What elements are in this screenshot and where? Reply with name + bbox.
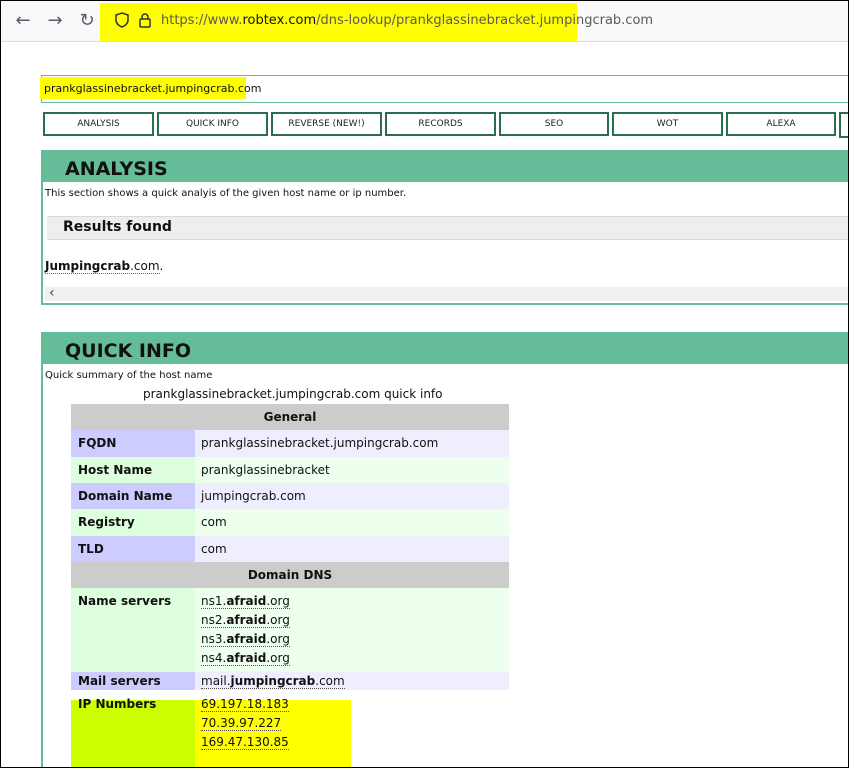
name-servers-value: ns1.afraid.org ns2.afraid.org ns3.afraid… xyxy=(195,588,509,672)
table-row-mail-servers: Mail servers mail.jumpingcrab.com xyxy=(71,672,509,690)
tab-seo[interactable]: SEO xyxy=(499,112,609,136)
ip-link[interactable]: 169.47.130.85 xyxy=(201,735,289,750)
shield-icon[interactable] xyxy=(114,12,130,28)
tab-records[interactable]: RECORDS xyxy=(385,112,496,136)
general-header: General xyxy=(71,404,509,430)
quick-info-description: Quick summary of the host name xyxy=(45,370,213,381)
search-input-value[interactable]: prankglassinebracket.jumpingcrab.com xyxy=(44,82,262,95)
ip-numbers-label: IP Numbers xyxy=(78,697,157,711)
table-row-ip-numbers: IP Numbers 69.197.18.183 70.39.97.227 16… xyxy=(71,690,509,760)
domain-label: Domain Name xyxy=(71,483,195,509)
table-row-fqdn: FQDN prankglassinebracket.jumpingcrab.co… xyxy=(71,430,509,457)
quick-info-title: QUICK INFO xyxy=(65,340,192,362)
ip-link[interactable]: 69.197.18.183 xyxy=(201,697,289,712)
horizontal-scrollbar[interactable]: ‹ xyxy=(45,285,848,301)
hostname-value: prankglassinebracket xyxy=(195,457,509,483)
domain-value: jumpingcrab.com xyxy=(195,483,509,509)
domain-dns-header: Domain DNS xyxy=(71,562,509,588)
reload-icon[interactable]: ↻ xyxy=(75,9,99,33)
table-row-hostname: Host Name prankglassinebracket xyxy=(71,457,509,483)
analysis-description: This section shows a quick analyis of th… xyxy=(45,188,407,199)
analysis-title: ANALYSIS xyxy=(65,158,168,180)
back-icon[interactable]: ← xyxy=(11,9,35,33)
quick-info-table: General FQDN prankglassinebracket.jumpin… xyxy=(71,404,509,760)
name-server-link[interactable]: ns1.afraid.org xyxy=(201,594,290,609)
registry-value: com xyxy=(195,509,509,536)
name-servers-label: Name servers xyxy=(71,588,195,672)
mail-servers-value: mail.jumpingcrab.com xyxy=(195,672,509,690)
lock-icon[interactable] xyxy=(137,12,153,28)
hostname-label: Host Name xyxy=(71,457,195,483)
tld-value: com xyxy=(195,536,509,562)
tab-quick-info[interactable]: QUICK INFO xyxy=(157,112,268,136)
fqdn-value: prankglassinebracket.jumpingcrab.com xyxy=(195,430,509,457)
name-server-link[interactable]: ns3.afraid.org xyxy=(201,632,290,647)
table-row-tld: TLD com xyxy=(71,536,509,562)
table-row-name-servers: Name servers ns1.afraid.org ns2.afraid.o… xyxy=(71,588,509,672)
browser-toolbar: ← → ↻ https://www.robtex.com/dns-lookup/… xyxy=(1,1,848,42)
results-label: Results found xyxy=(63,219,172,235)
tab-wot[interactable]: WOT xyxy=(612,112,723,136)
analysis-section: ANALYSIS This section shows a quick anal… xyxy=(41,150,848,305)
ip-link[interactable]: 70.39.97.227 xyxy=(201,716,282,731)
table-row-domain: Domain Name jumpingcrab.com xyxy=(71,483,509,509)
url-text[interactable]: https://www.robtex.com/dns-lookup/prankg… xyxy=(161,13,653,28)
fqdn-label: FQDN xyxy=(71,430,195,457)
quick-info-caption: prankglassinebracket.jumpingcrab.com qui… xyxy=(143,387,443,401)
forward-icon[interactable]: → xyxy=(43,9,67,33)
mail-server-link[interactable]: mail.jumpingcrab.com xyxy=(201,674,345,689)
tab-reverse[interactable]: REVERSE (NEW!) xyxy=(271,112,382,136)
result-link[interactable]: Jumpingcrab.com xyxy=(45,259,160,274)
table-row-registry: Registry com xyxy=(71,509,509,536)
tab-alexa[interactable]: ALEXA xyxy=(726,112,836,136)
tab-overflow-edge[interactable] xyxy=(839,112,848,138)
mail-servers-label: Mail servers xyxy=(71,672,195,690)
results-bar: Results found xyxy=(47,216,848,240)
browser-window: ← → ↻ https://www.robtex.com/dns-lookup/… xyxy=(0,0,849,768)
result-item: Jumpingcrab.com. xyxy=(45,259,164,274)
scroll-left-icon[interactable]: ‹ xyxy=(49,285,55,301)
tld-label: TLD xyxy=(71,536,195,562)
registry-label: Registry xyxy=(71,509,195,536)
tab-analysis[interactable]: ANALYSIS xyxy=(43,112,154,136)
name-server-link[interactable]: ns2.afraid.org xyxy=(201,613,290,628)
name-server-link[interactable]: ns4.afraid.org xyxy=(201,651,290,666)
ip-numbers-value: 69.197.18.183 70.39.97.227 169.47.130.85 xyxy=(195,690,509,760)
